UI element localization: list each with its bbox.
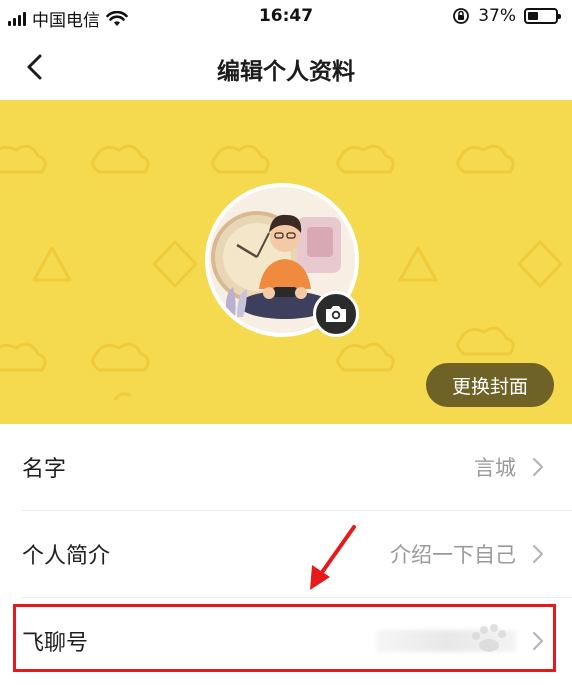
row-value: 介绍一下自己 [390,543,516,567]
row-label: 个人简介 [22,544,111,569]
chevron-right-icon [532,544,544,564]
row-label: 名字 [22,457,67,482]
battery-icon [524,8,561,24]
battery-percent: 37% [478,6,516,26]
change-cover-button[interactable]: 更换封面 [426,363,554,407]
watermark-logo [472,624,506,652]
orientation-lock-icon [453,8,470,24]
profile-cover: 更换封面 [0,100,572,424]
avatar-container[interactable] [205,183,359,337]
chevron-right-icon [532,457,544,477]
page-title: 编辑个人资料 [217,59,355,85]
status-right: 37% [452,6,561,26]
row-value: 言城 [474,456,516,480]
nav-bar: 编辑个人资料 [0,34,572,100]
row-bio[interactable]: 个人简介 介绍一下自己 [0,511,572,597]
camera-icon [326,306,346,322]
status-bar: 中国电信 16:47 37% [0,0,572,34]
change-avatar-button[interactable] [313,291,359,337]
row-label: 飞聊号 [22,631,89,656]
row-name[interactable]: 名字 言城 [0,424,572,510]
